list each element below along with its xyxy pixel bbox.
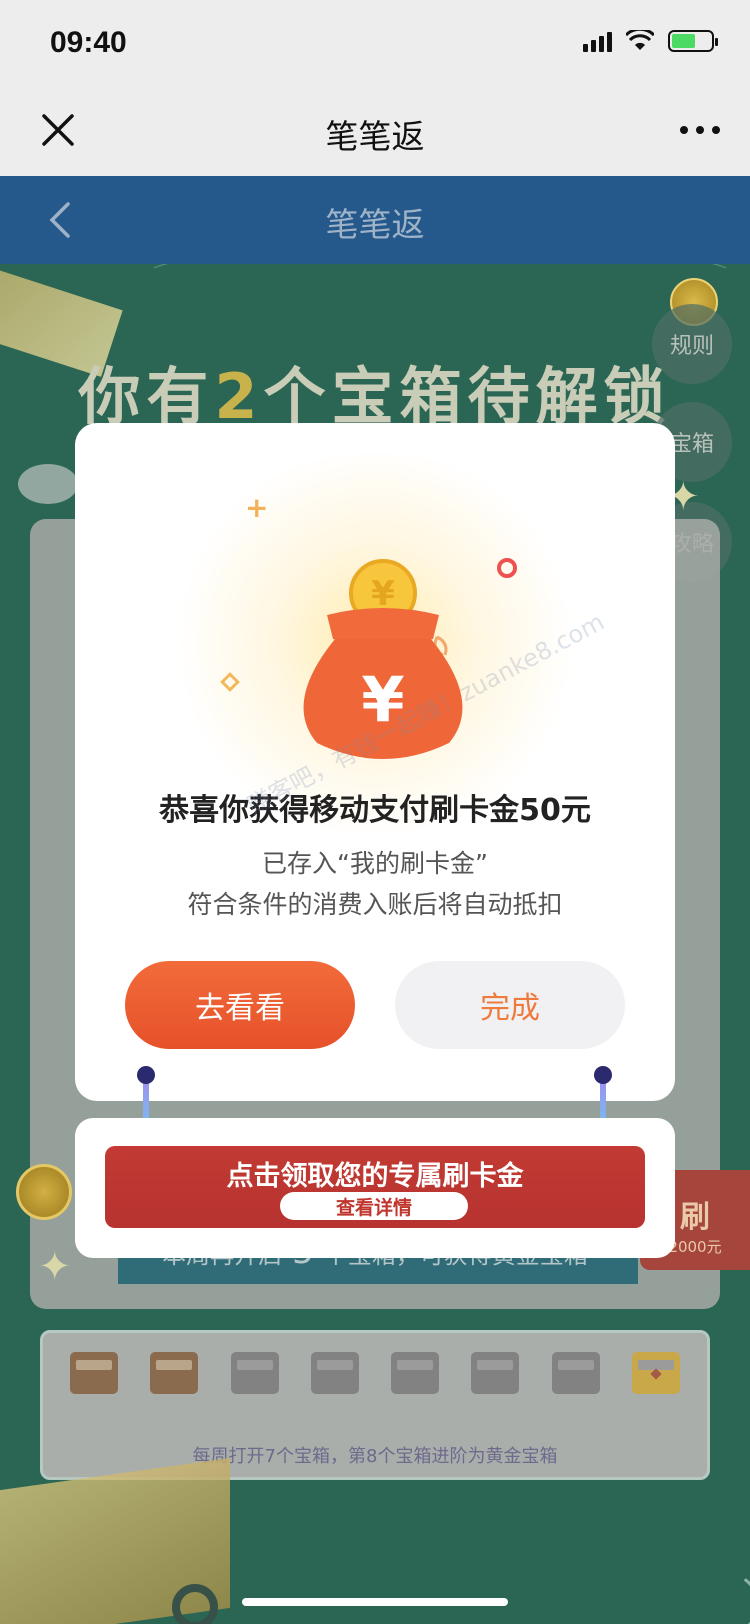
home-indicator[interactable]	[242, 1598, 508, 1606]
battery-icon	[668, 30, 718, 52]
modal-title: 恭喜你获得移动支付刷卡金50元	[159, 793, 591, 828]
banner-card: 点击领取您的专属刷卡金 查看详情	[75, 1118, 675, 1258]
app-title: 笔笔返	[325, 205, 425, 244]
banner-title: 点击领取您的专属刷卡金	[226, 1161, 524, 1192]
modal-subtitle-2: 符合条件的消费入账后将自动抵扣	[187, 890, 563, 919]
status-icons	[583, 30, 718, 52]
plus-sparkle-icon: +	[245, 491, 269, 524]
wechat-title-bar: 笔笔返	[0, 88, 750, 176]
wechat-title: 笔笔返	[325, 117, 425, 156]
more-icon[interactable]	[680, 126, 720, 134]
reward-modal: + ¥ ¥ 恭喜你获得移动支付刷卡金50元 已存入“我的刷卡金” 符合条件的消费…	[75, 423, 675, 1101]
app-nav-bar: 笔笔返	[0, 176, 750, 264]
view-details-button[interactable]: 查看详情	[280, 1192, 468, 1220]
claim-banner[interactable]: 点击领取您的专属刷卡金 查看详情	[105, 1146, 645, 1228]
modal-subtitle-1: 已存入“我的刷卡金”	[262, 849, 488, 878]
go-see-button[interactable]: 去看看	[125, 961, 355, 1049]
status-bar: 09:40	[0, 0, 750, 88]
svg-text:¥: ¥	[371, 574, 395, 614]
wifi-icon	[626, 30, 654, 50]
signal-icon	[583, 30, 612, 52]
ring-sparkle-icon	[497, 558, 517, 578]
done-button[interactable]: 完成	[395, 961, 625, 1049]
status-time: 09:40	[50, 26, 127, 59]
